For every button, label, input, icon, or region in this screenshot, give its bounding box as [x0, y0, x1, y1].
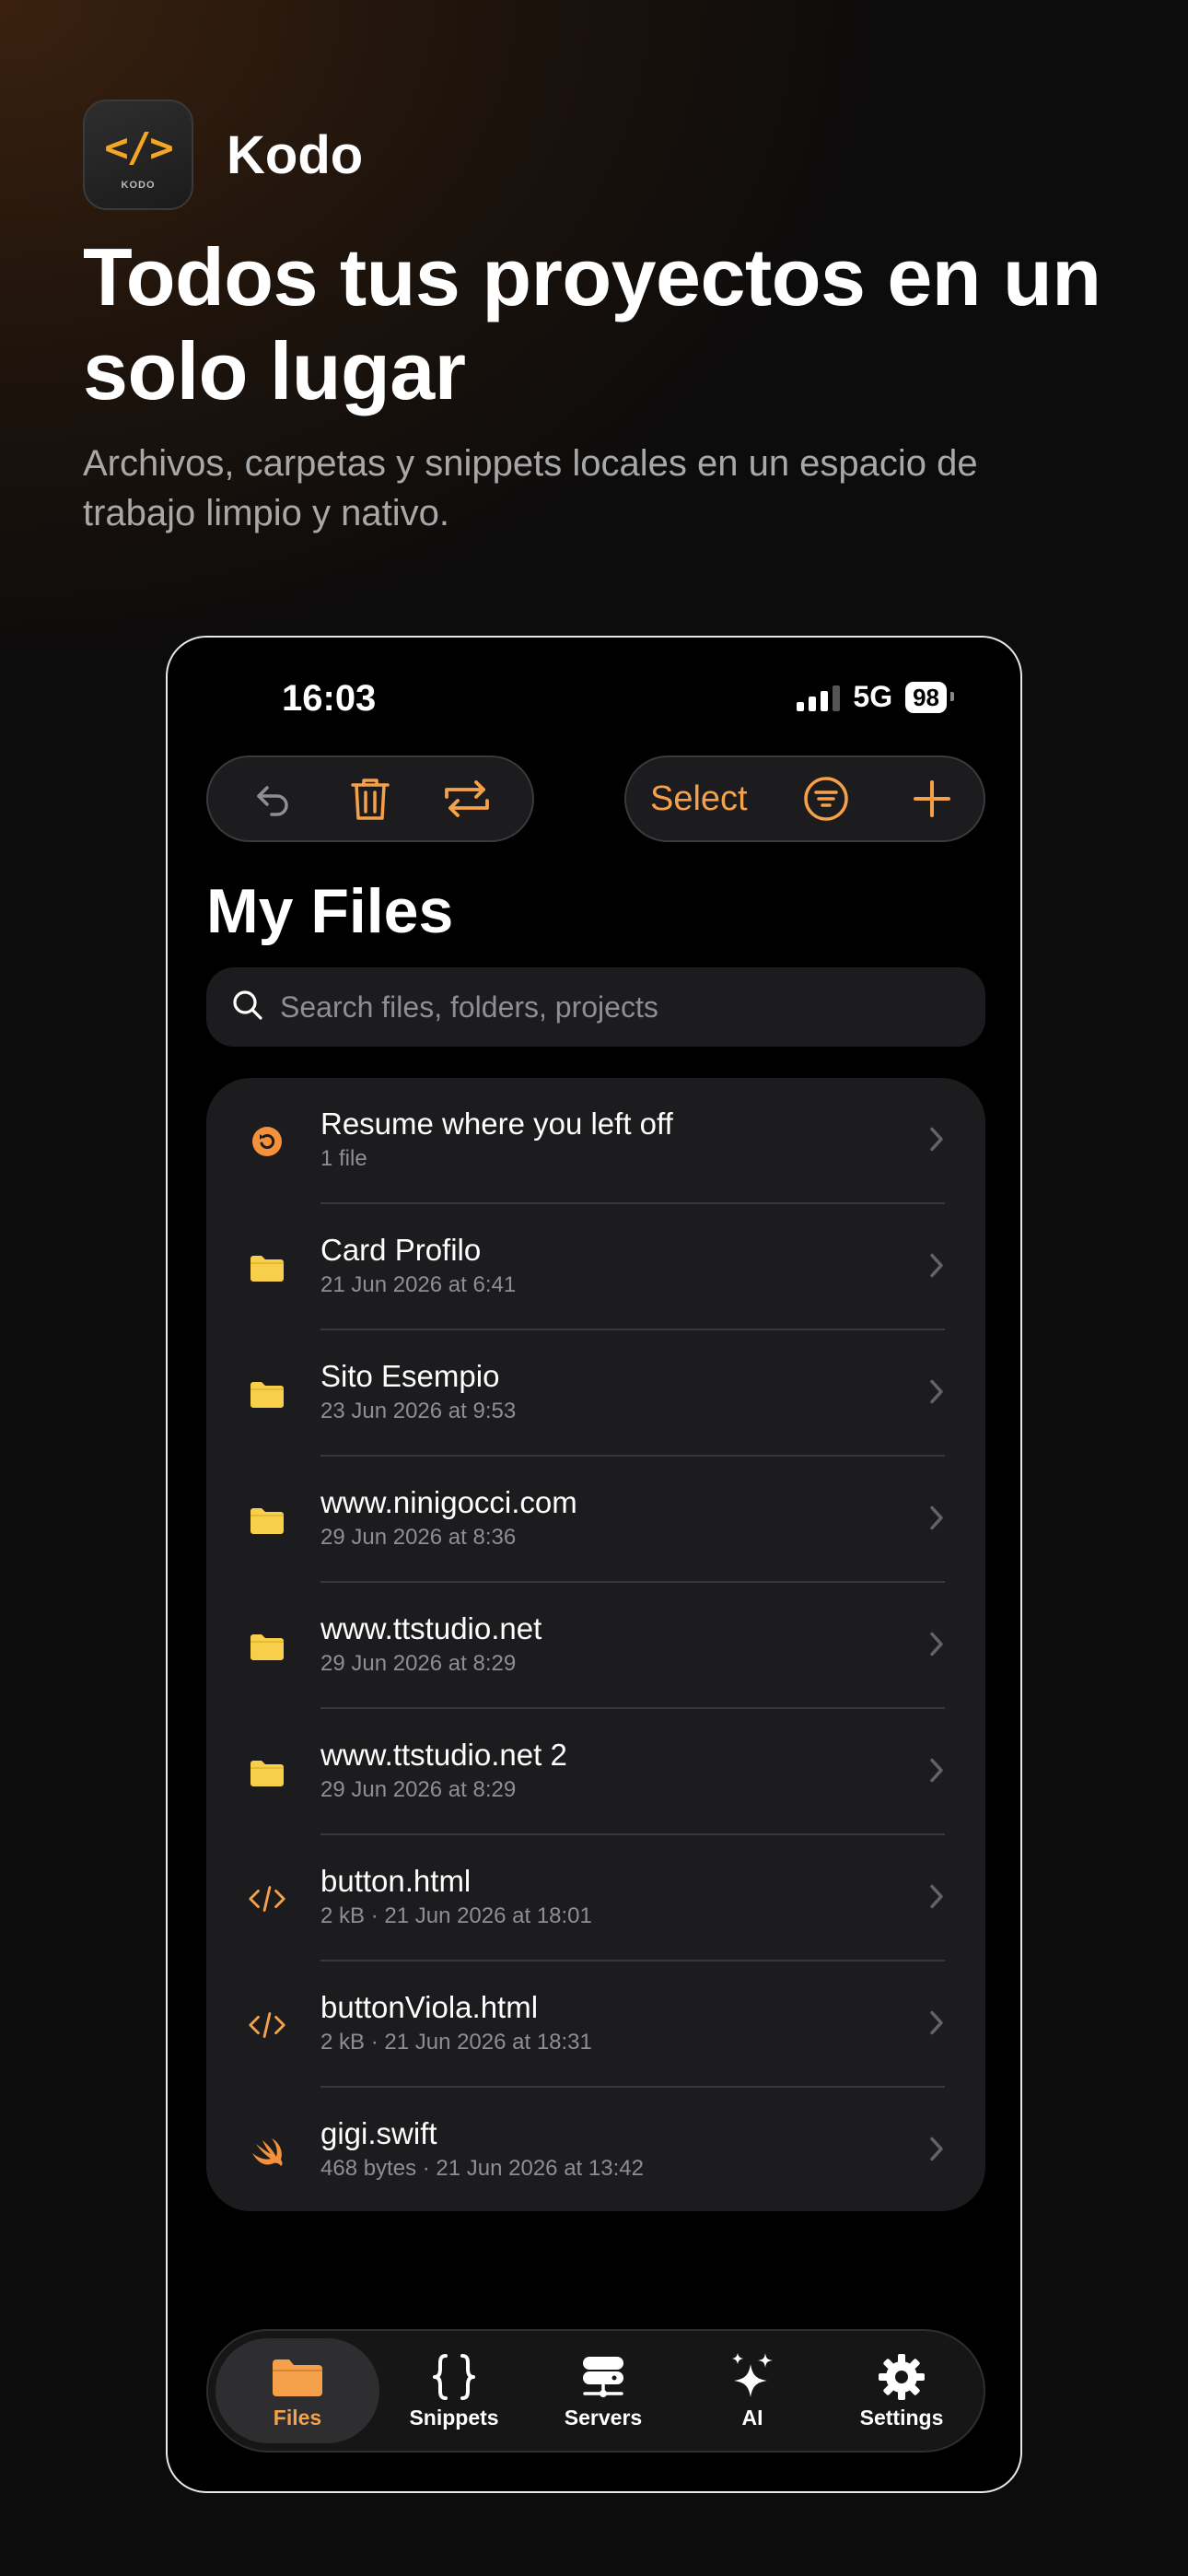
chevron-right-icon — [928, 1377, 945, 1410]
item-name: button.html — [320, 1864, 472, 1898]
toolbar-actions — [206, 755, 534, 842]
app-icon-caption: KODO — [121, 180, 156, 191]
gear-icon — [877, 2352, 926, 2402]
item-meta: 21 Jun 2026 at 6:41 — [320, 1272, 517, 1297]
server-icon — [577, 2352, 629, 2402]
chevron-right-icon — [928, 1504, 945, 1536]
battery-icon: 98 — [905, 681, 954, 713]
tab-ai[interactable]: AI — [678, 2338, 827, 2443]
search-input[interactable] — [280, 989, 943, 1025]
status-indicators: 5G 98 — [797, 680, 954, 714]
sparkles-icon — [728, 2352, 776, 2402]
item-meta: 29 Jun 2026 at 8:29 — [320, 1777, 517, 1802]
tab-label: Files — [273, 2405, 322, 2430]
toolbar-controls: Select — [624, 755, 985, 842]
tab-files[interactable]: Files — [215, 2338, 379, 2443]
network-type: 5G — [853, 680, 893, 713]
swift-icon — [247, 2131, 287, 2172]
item-meta: 29 Jun 2026 at 8:29 — [320, 1651, 517, 1676]
chevron-right-icon — [928, 1756, 945, 1788]
item-meta: 468 bytes · 21 Jun 2026 at 13:42 — [320, 2156, 644, 2181]
item-name: Sito Esempio — [320, 1359, 500, 1393]
folder-icon — [247, 1500, 287, 1540]
app-icon-code: </> — [104, 124, 173, 171]
signal-icon — [797, 684, 841, 711]
list-item[interactable]: button.html 2 kB · 21 Jun 2026 at 18:01 — [206, 1835, 985, 1961]
chevron-right-icon — [928, 1630, 945, 1662]
status-bar: 16:03 5G 98 — [168, 674, 1020, 730]
tab-snippets[interactable]: Snippets — [379, 2338, 529, 2443]
tab-label: Settings — [859, 2405, 944, 2430]
phone-frame: 16:03 5G 98 Select My Files Search files… — [166, 636, 1022, 2493]
file-list: Resume where you left off 1 file Card Prof… — [206, 1078, 985, 2211]
chevron-right-icon — [928, 1125, 945, 1157]
search-bar — [206, 967, 985, 1047]
plus-icon[interactable] — [904, 771, 960, 826]
hero: </> KODO Kodo Todos tus proyectos en un … — [83, 100, 1124, 538]
item-name: www.ninigocci.com — [320, 1485, 577, 1519]
list-item[interactable]: www.ttstudio.net 2 29 Jun 2026 at 8:29 — [206, 1709, 985, 1835]
search-icon — [232, 989, 263, 1025]
list-item[interactable]: Sito Esempio 23 Jun 2026 at 9:53 — [206, 1330, 985, 1457]
tab-bar: Files Snippets Servers AI Settings — [206, 2329, 985, 2453]
item-meta: 2 kB · 21 Jun 2026 at 18:01 — [320, 1903, 592, 1928]
subline: Archivos, carpetas y snippets locales en… — [83, 443, 978, 533]
item-meta: 29 Jun 2026 at 8:36 — [320, 1525, 517, 1550]
resume-icon — [247, 1121, 287, 1162]
list-item[interactable]: Resume where you left off 1 file — [206, 1078, 985, 1204]
tab-label: Snippets — [409, 2405, 499, 2430]
list-item[interactable]: gigi.swift 468 bytes · 21 Jun 2026 at 13:… — [206, 2088, 985, 2211]
folder-icon — [247, 1247, 287, 1288]
item-name: Resume where you left off — [320, 1107, 673, 1141]
app-icon: </> KODO — [83, 100, 193, 210]
folder-icon — [271, 2352, 324, 2402]
undo-icon[interactable] — [246, 771, 301, 826]
item-meta: 1 file — [320, 1146, 367, 1171]
chevron-right-icon — [928, 1882, 945, 1914]
item-name: buttonViola.html — [320, 1990, 539, 2024]
list-item[interactable]: buttonViola.html 2 kB · 21 Jun 2026 at 18… — [206, 1961, 985, 2088]
item-name: gigi.swift — [320, 2116, 437, 2150]
braces-icon — [431, 2352, 477, 2402]
tab-label: AI — [741, 2405, 763, 2430]
list-item[interactable]: www.ttstudio.net 29 Jun 2026 at 8:29 — [206, 1583, 985, 1709]
chevron-right-icon — [928, 1251, 945, 1283]
item-meta: 23 Jun 2026 at 9:53 — [320, 1399, 517, 1423]
folder-icon — [247, 1752, 287, 1793]
folder-icon — [247, 1374, 287, 1414]
html-code-icon — [247, 1879, 287, 1919]
brand: </> KODO Kodo — [83, 100, 1124, 210]
filter-icon[interactable] — [798, 771, 854, 826]
list-item[interactable]: www.ninigocci.com 29 Jun 2026 at 8:36 — [206, 1457, 985, 1583]
html-code-icon — [247, 2005, 287, 2045]
tab-servers[interactable]: Servers — [529, 2338, 678, 2443]
list-item[interactable]: Card Profilo 21 Jun 2026 at 6:41 — [206, 1204, 985, 1330]
select-button[interactable]: Select — [650, 779, 748, 819]
status-time: 16:03 — [282, 678, 377, 719]
chevron-right-icon — [928, 2008, 945, 2041]
item-meta: 2 kB · 21 Jun 2026 at 18:31 — [320, 2030, 592, 2055]
tab-settings[interactable]: Settings — [827, 2338, 976, 2443]
folder-icon — [247, 1626, 287, 1667]
item-name: www.ttstudio.net — [320, 1611, 542, 1645]
item-name: Card Profilo — [320, 1233, 482, 1267]
page-title: My Files — [206, 876, 454, 946]
app-name: Kodo — [227, 124, 364, 185]
trash-icon[interactable] — [343, 771, 398, 826]
chevron-right-icon — [928, 2135, 945, 2167]
item-name: www.ttstudio.net 2 — [320, 1738, 567, 1772]
repeat-icon[interactable] — [439, 771, 495, 826]
headline: Todos tus proyectos en un solo lugar — [83, 231, 1101, 416]
tab-label: Servers — [564, 2405, 643, 2430]
